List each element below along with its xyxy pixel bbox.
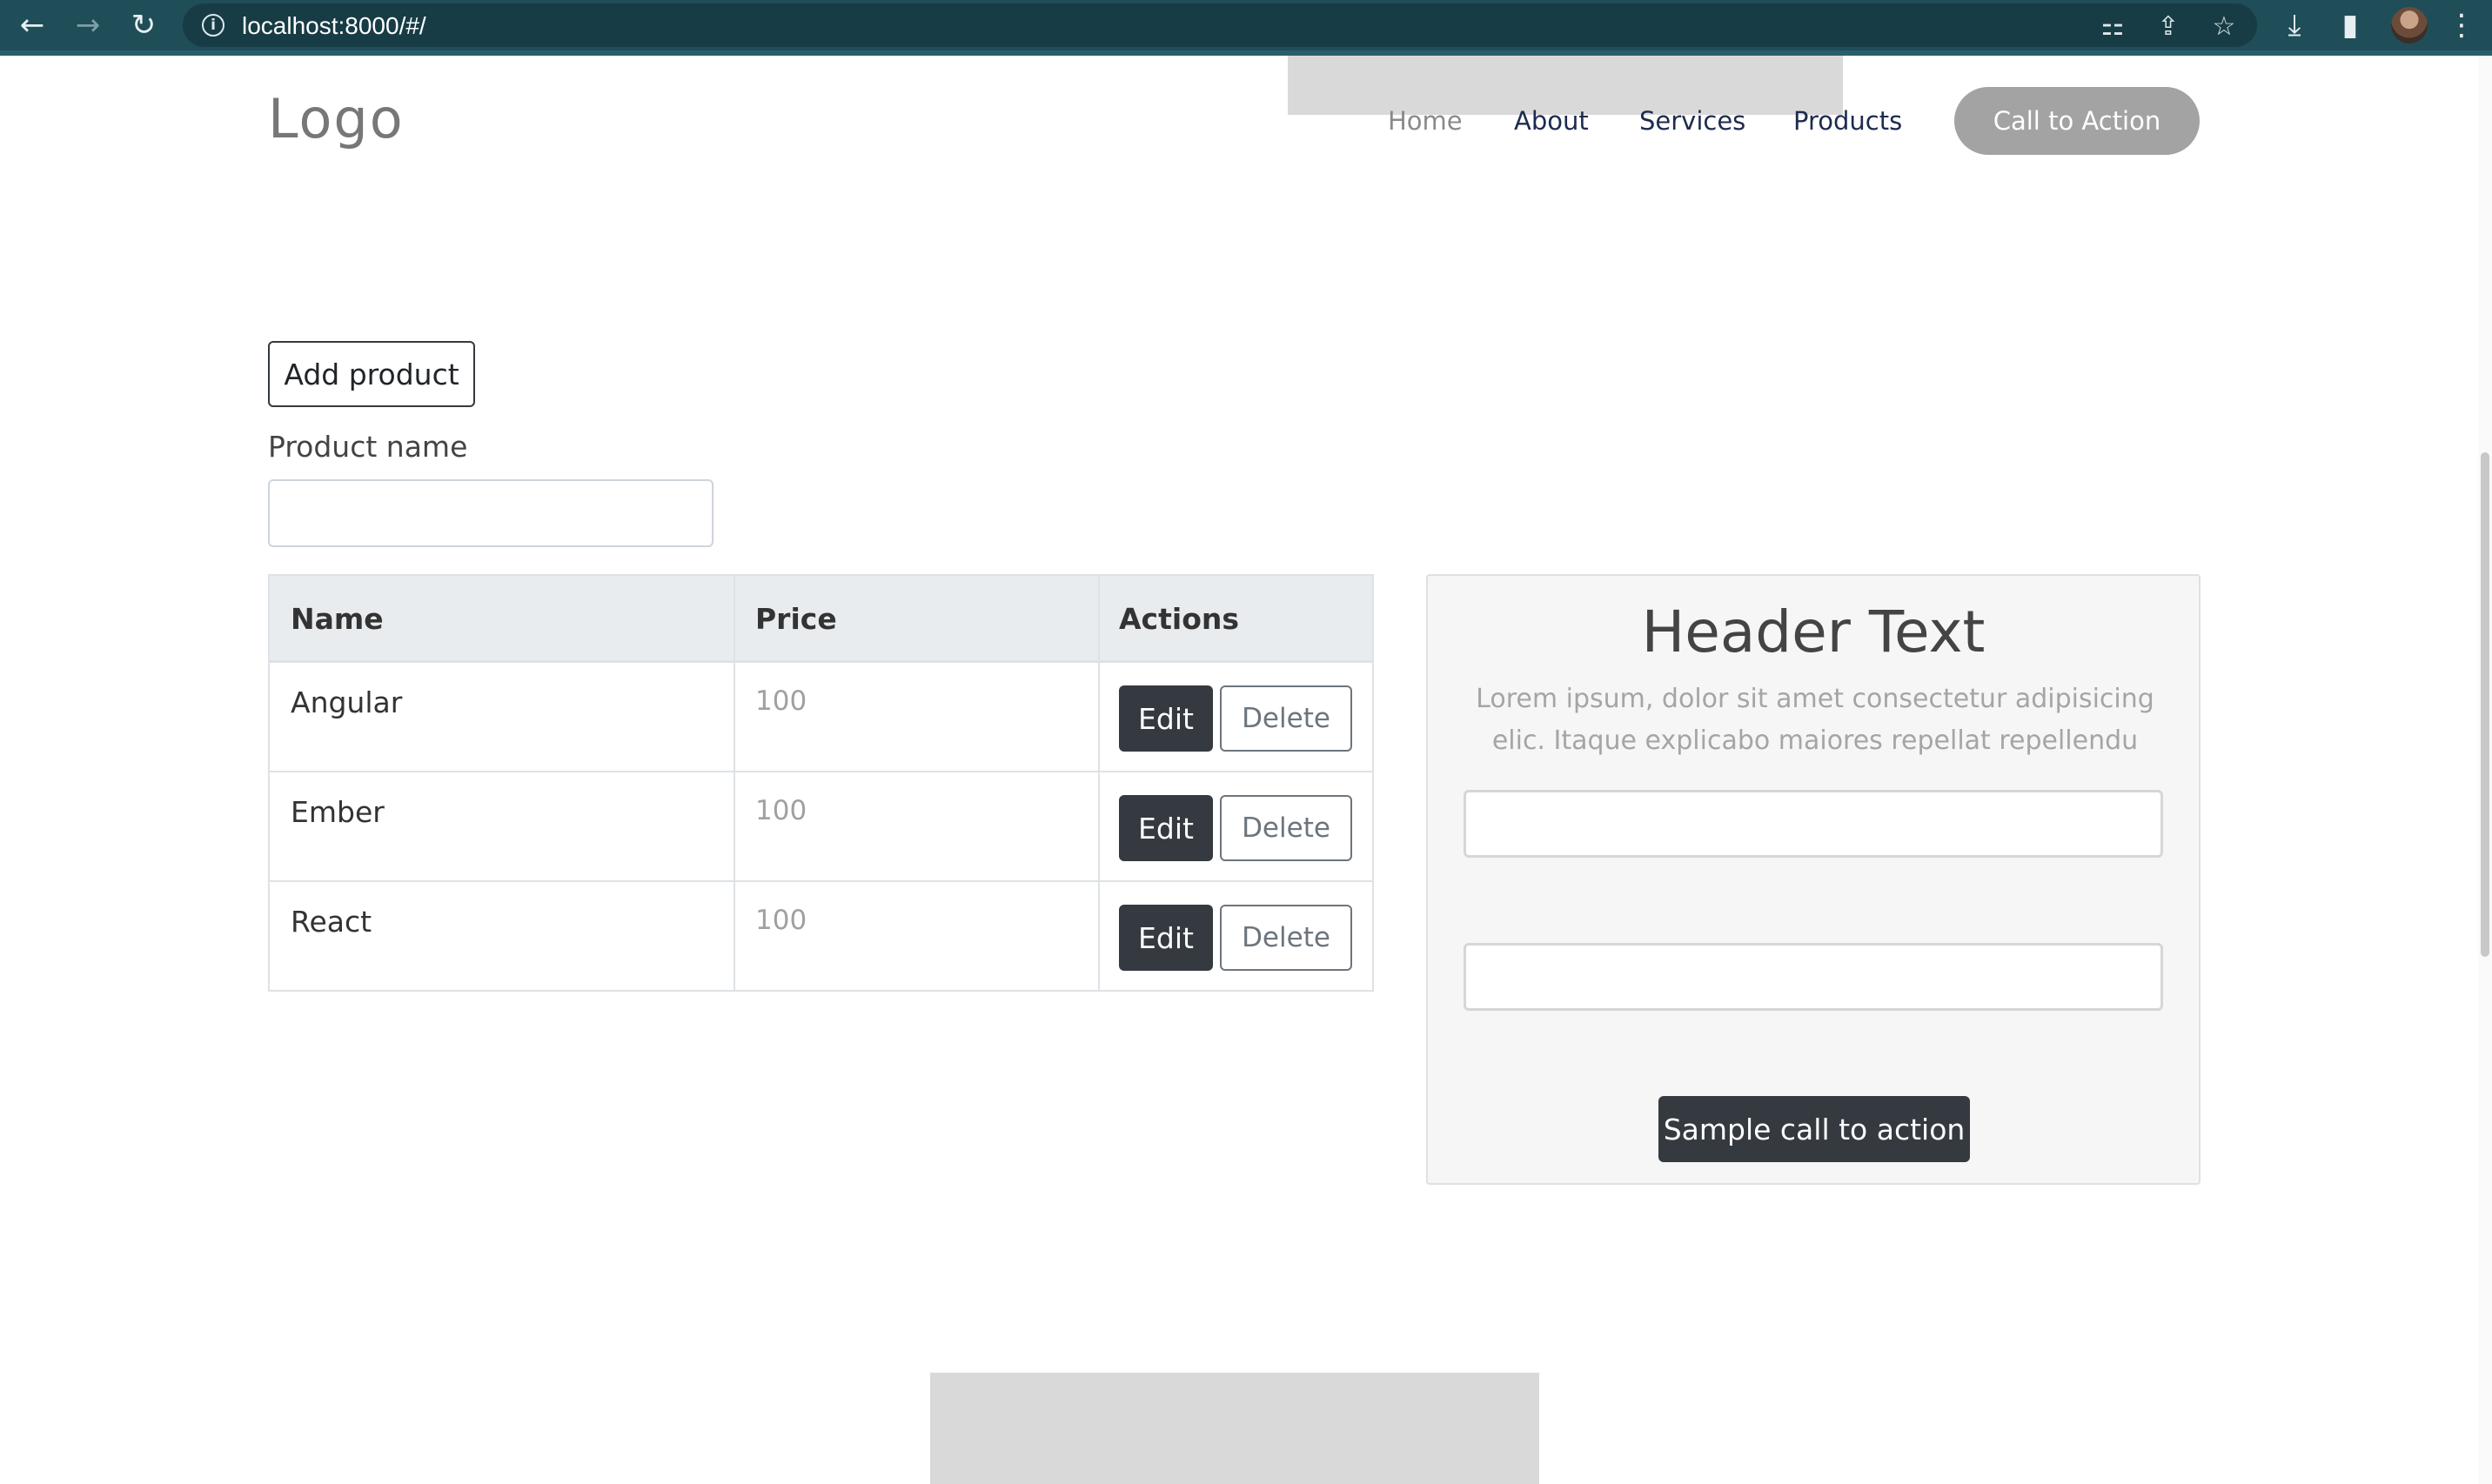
product-price-cell: 100: [755, 905, 807, 936]
product-name-cell: React: [291, 905, 372, 939]
edit-button[interactable]: Edit: [1119, 795, 1213, 861]
nav-link-services[interactable]: Services: [1639, 106, 1745, 136]
table-header: Name Price Actions: [270, 576, 1372, 663]
forward-arrow-icon[interactable]: →: [70, 7, 106, 43]
add-product-button[interactable]: Add product: [268, 341, 475, 407]
edit-button[interactable]: Edit: [1119, 905, 1213, 971]
column-header-name: Name: [291, 602, 384, 636]
delete-button[interactable]: Delete: [1220, 795, 1352, 861]
scrollbar-thumb[interactable]: [2481, 452, 2489, 957]
share-icon[interactable]: ⇪: [2151, 9, 2186, 43]
call-to-action-button[interactable]: Call to Action: [1954, 87, 2200, 155]
url-text[interactable]: localhost:8000/#/: [242, 12, 426, 40]
translate-icon[interactable]: ⚏: [2095, 9, 2130, 43]
browser-toolbar: ← → ↻ i localhost:8000/#/ ⚏ ⇪ ☆ ⤓ ▮ ⋮: [0, 0, 2492, 50]
bookmark-star-icon[interactable]: ☆: [2207, 9, 2241, 43]
address-bar[interactable]: i localhost:8000/#/ ⚏ ⇪ ☆: [183, 3, 2257, 47]
browser-menu-icon[interactable]: ⋮: [2443, 7, 2480, 43]
delete-button[interactable]: Delete: [1220, 905, 1352, 971]
table-row: Angular 100 Edit Delete: [270, 663, 1372, 772]
profile-avatar[interactable]: [2391, 7, 2428, 43]
product-name-cell: Angular: [291, 685, 403, 719]
toolbar-divider: [0, 50, 2492, 56]
card-input-2[interactable]: [1464, 943, 2163, 1011]
card-header-text: Header Text: [1641, 598, 1986, 665]
delete-button[interactable]: Delete: [1220, 685, 1352, 752]
product-name-label: Product name: [268, 430, 468, 464]
card-input-1[interactable]: [1464, 790, 2163, 858]
download-icon[interactable]: ⤓: [2276, 7, 2313, 43]
edit-button[interactable]: Edit: [1119, 685, 1213, 752]
products-table: Name Price Actions Angular 100 Edit Dele…: [268, 574, 1374, 992]
placeholder-block-bottom: [930, 1373, 1539, 1484]
column-header-actions: Actions: [1119, 602, 1239, 636]
nav-link-products[interactable]: Products: [1793, 106, 1902, 136]
product-price-cell: 100: [755, 795, 807, 826]
site-logo[interactable]: Logo: [268, 87, 405, 150]
reload-icon[interactable]: ↻: [125, 7, 162, 43]
nav-link-about[interactable]: About: [1514, 106, 1589, 136]
table-row: React 100 Edit Delete: [270, 882, 1372, 992]
card-description: Lorem ipsum, dolor sit amet consectetur …: [1476, 684, 2154, 756]
contact-card: Header Text Lorem ipsum, dolor sit amet …: [1426, 574, 2201, 1185]
product-name-input[interactable]: [268, 479, 713, 547]
column-header-price: Price: [755, 602, 837, 636]
sample-call-to-action-button[interactable]: Sample call to action: [1658, 1096, 1970, 1162]
product-price-cell: 100: [755, 685, 807, 717]
back-arrow-icon[interactable]: ←: [14, 7, 50, 43]
nav-link-home[interactable]: Home: [1388, 106, 1463, 136]
side-panel-icon[interactable]: ▮: [2332, 7, 2368, 43]
table-row: Ember 100 Edit Delete: [270, 772, 1372, 882]
site-info-icon[interactable]: i: [202, 14, 224, 37]
product-name-cell: Ember: [291, 795, 385, 829]
